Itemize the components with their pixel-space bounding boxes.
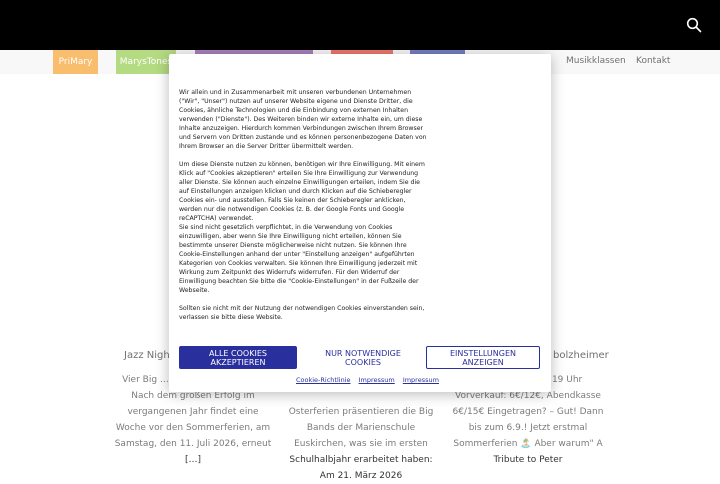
- consent-footer-links: Cookie-Richtlinie Impressum Impressum: [296, 376, 445, 384]
- top-header-bar: [0, 0, 720, 50]
- accept-all-cookies-button[interactable]: ALLE COOKIES AKZEPTIEREN: [179, 346, 297, 369]
- consent-paragraph: Sie sind nicht gesetzlich verpflichtet, …: [179, 224, 419, 294]
- cookie-policy-link[interactable]: Cookie-Richtlinie: [296, 376, 351, 384]
- consent-paragraph: Um diese Dienste nutzen zu können, benöt…: [179, 161, 425, 222]
- consent-paragraph: Sollten sie nicht mit der Nutzung der no…: [179, 305, 425, 321]
- necessary-cookies-button[interactable]: NUR NOTWENDIGE COOKIES: [305, 346, 421, 369]
- search-icon[interactable]: [686, 17, 702, 33]
- show-settings-button[interactable]: EINSTELLUNGEN ANZEIGEN: [426, 346, 540, 369]
- consent-text: Wir allein und in Zusammenarbeit mit uns…: [179, 88, 427, 331]
- consent-paragraph: Wir allein und in Zusammenarbeit mit uns…: [179, 89, 427, 150]
- imprint-link[interactable]: Impressum: [403, 376, 439, 384]
- cookie-consent-dialog: Wir allein und in Zusammenarbeit mit uns…: [169, 54, 551, 392]
- imprint-link[interactable]: Impressum: [359, 376, 395, 384]
